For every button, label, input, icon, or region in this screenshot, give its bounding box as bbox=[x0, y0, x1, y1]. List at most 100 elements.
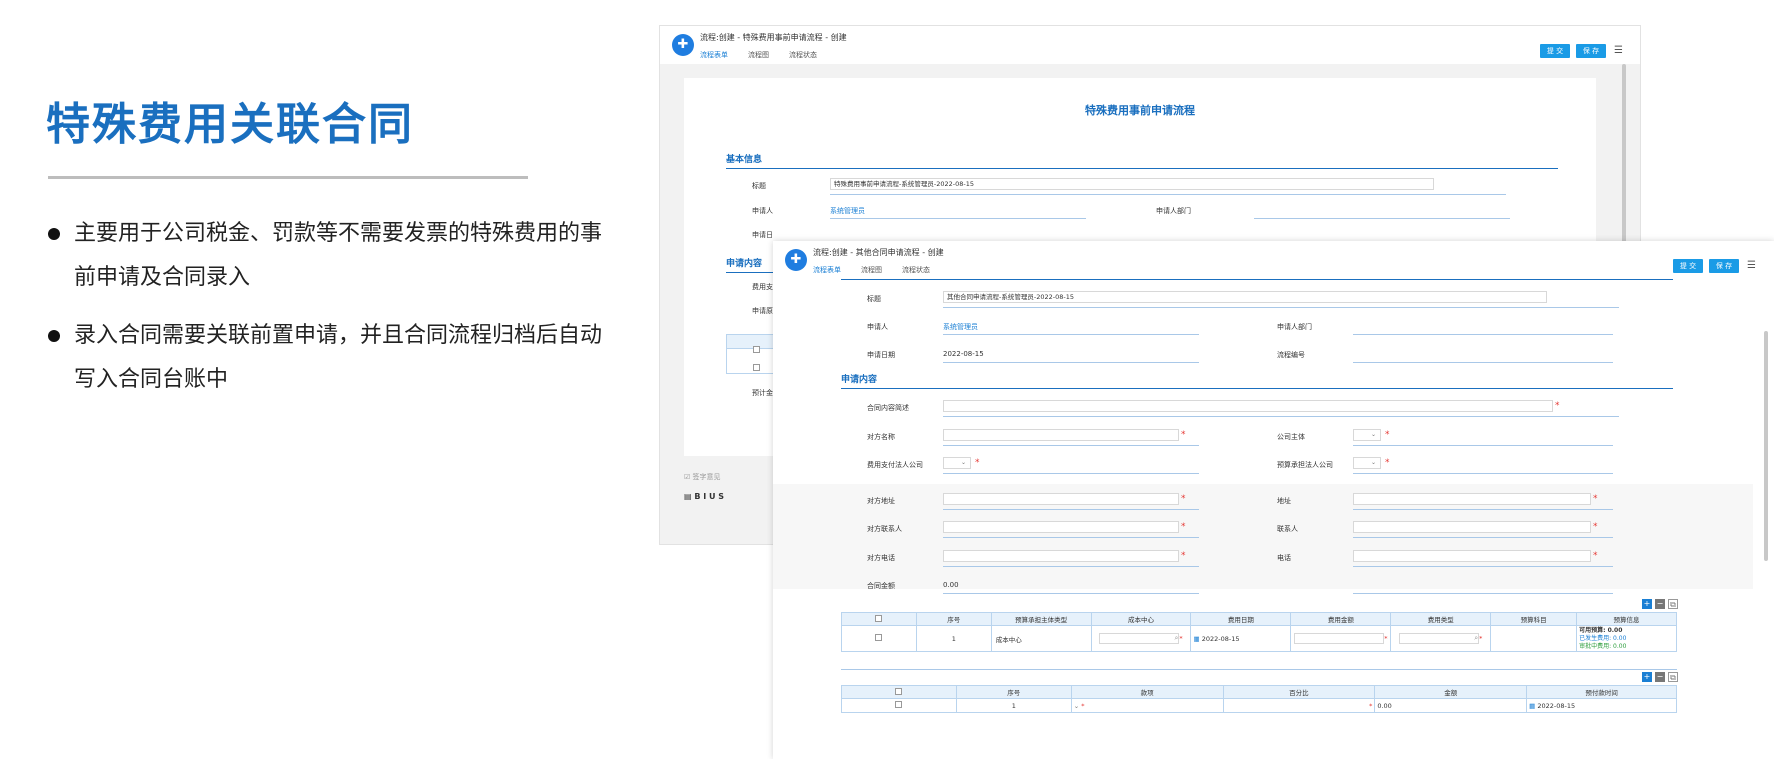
submit-button[interactable]: 提 交 bbox=[1540, 44, 1570, 58]
copy-row-icon[interactable]: ⧉ bbox=[1668, 672, 1678, 682]
select-all-header[interactable] bbox=[841, 685, 957, 699]
label-contract-amount: 合同金额 bbox=[867, 582, 895, 590]
copy-row-icon[interactable]: ⧉ bbox=[1668, 599, 1678, 609]
tab-status[interactable]: 流程状态 bbox=[789, 50, 817, 65]
applicant-value[interactable]: 系统管理员 bbox=[943, 322, 978, 332]
label-date-partial: 申请日 bbox=[752, 231, 773, 239]
title-input[interactable]: 特殊费用事前申请流程-系统管理员-2022-08-15 bbox=[830, 178, 1434, 190]
search-icon[interactable]: ⌕ bbox=[1099, 633, 1180, 644]
budget-used[interactable]: 已发生费用: 0.00 bbox=[1579, 635, 1676, 643]
fee-amount-cell[interactable]: * bbox=[1290, 625, 1392, 652]
underline bbox=[943, 334, 1199, 335]
underline bbox=[943, 593, 1199, 594]
budget-type-cell: 成本中心 bbox=[990, 625, 1092, 652]
search-icon[interactable]: ⌕ bbox=[1399, 633, 1480, 644]
row-checkbox[interactable] bbox=[895, 701, 903, 708]
required-mark: * bbox=[1593, 494, 1598, 504]
fee-amount-input[interactable] bbox=[1294, 633, 1385, 644]
row-select-cell[interactable] bbox=[841, 698, 957, 713]
applicant-value[interactable]: 系统管理员 bbox=[830, 206, 865, 216]
delete-row-icon[interactable]: − bbox=[1655, 672, 1665, 682]
pay-company-select[interactable]: ⌄ bbox=[943, 457, 971, 469]
label-phone: 电话 bbox=[1277, 554, 1291, 562]
delete-row-icon[interactable]: − bbox=[1655, 599, 1665, 609]
label-party-address: 对方地址 bbox=[867, 497, 895, 505]
party-address-input[interactable] bbox=[943, 493, 1179, 505]
tab-flowchart[interactable]: 流程图 bbox=[861, 265, 882, 280]
budget-pending[interactable]: 审批中费用: 0.00 bbox=[1579, 643, 1676, 651]
save-button[interactable]: 保 存 bbox=[1576, 44, 1606, 58]
divider bbox=[841, 669, 1677, 670]
label-address: 地址 bbox=[1277, 497, 1291, 505]
budget-company-select[interactable]: ⌄ bbox=[1353, 457, 1381, 469]
date-value: 2022-08-15 bbox=[943, 350, 984, 358]
fee-date-cell[interactable]: ▦ 2022-08-15 bbox=[1190, 625, 1292, 652]
column-header: 序号 bbox=[915, 612, 992, 626]
label-company: 公司主体 bbox=[1277, 433, 1305, 441]
app-logo-icon: ✚ bbox=[785, 249, 807, 271]
title-input[interactable]: 其他合同申请流程-系统管理员-2022-08-15 bbox=[943, 291, 1547, 303]
payment-item-cell[interactable]: ⌄ * bbox=[1070, 698, 1224, 713]
window-header: ✚ 流程:创建 - 其他合同申请流程 - 创建 流程表单 流程图 流程状态 提 … bbox=[773, 241, 1774, 280]
select-all-checkbox[interactable] bbox=[875, 614, 883, 622]
row-select-cell[interactable] bbox=[841, 625, 917, 652]
underline bbox=[1353, 593, 1613, 594]
budget-subject-cell[interactable] bbox=[1490, 625, 1578, 652]
phone-input[interactable] bbox=[1353, 550, 1591, 562]
required-mark: * bbox=[1385, 458, 1390, 468]
save-button[interactable]: 保 存 bbox=[1709, 259, 1739, 273]
calendar-icon[interactable]: ▦ bbox=[1529, 702, 1535, 710]
window-tabs: 流程表单 流程图 流程状态 bbox=[700, 50, 837, 65]
select-all-checkbox[interactable] bbox=[895, 687, 903, 695]
add-row-icon[interactable]: + bbox=[1642, 672, 1652, 682]
cost-center-cell[interactable]: ⌕* bbox=[1090, 625, 1192, 652]
calendar-icon[interactable]: ▦ bbox=[1193, 635, 1199, 643]
party-phone-input[interactable] bbox=[943, 550, 1179, 562]
amount-cell[interactable]: 0.00 bbox=[1374, 698, 1528, 713]
tab-form[interactable]: 流程表单 bbox=[700, 50, 728, 65]
bullet-list: 主要用于公司税金、罚款等不需要发票的特殊费用的事前申请及合同录入 录入合同需要关… bbox=[46, 212, 606, 416]
add-row-icon[interactable]: + bbox=[1642, 599, 1652, 609]
prepay-date-cell[interactable]: ▦ 2022-08-15 bbox=[1526, 698, 1677, 713]
party-contact-input[interactable] bbox=[943, 521, 1179, 533]
underline bbox=[1353, 473, 1613, 474]
list-menu-icon[interactable]: ☰ bbox=[1747, 259, 1756, 273]
other-contract-window: ✚ 流程:创建 - 其他合同申请流程 - 创建 流程表单 流程图 流程状态 提 … bbox=[773, 241, 1774, 759]
prepay-date-value: 2022-08-15 bbox=[1537, 701, 1576, 710]
required-mark: * bbox=[975, 458, 980, 468]
column-header: 预算信息 bbox=[1576, 612, 1677, 626]
submit-button[interactable]: 提 交 bbox=[1673, 259, 1703, 273]
label-dept: 申请人部门 bbox=[1156, 207, 1191, 215]
select-all-header[interactable] bbox=[841, 612, 917, 626]
fee-type-cell[interactable]: ⌕* bbox=[1390, 625, 1492, 652]
list-menu-icon[interactable]: ☰ bbox=[1614, 44, 1623, 58]
chevron-down-icon[interactable]: ⌄ bbox=[1074, 702, 1079, 710]
required-mark: * bbox=[1384, 634, 1388, 643]
party-name-input[interactable] bbox=[943, 429, 1179, 441]
label-title: 标题 bbox=[752, 182, 766, 190]
editor-toolbar[interactable]: ▤ B I U S bbox=[684, 492, 724, 501]
required-mark: * bbox=[1181, 522, 1186, 532]
underline bbox=[1353, 334, 1613, 335]
tab-flowchart[interactable]: 流程图 bbox=[748, 50, 769, 65]
contract-desc-input[interactable] bbox=[943, 400, 1553, 412]
contact-input[interactable] bbox=[1353, 521, 1591, 533]
percentage-cell[interactable]: * bbox=[1222, 698, 1376, 713]
row-checkbox[interactable] bbox=[875, 634, 883, 641]
required-mark: * bbox=[1179, 634, 1183, 643]
underline bbox=[943, 416, 1619, 417]
label-budget-partial: 预计金 bbox=[752, 389, 773, 397]
underline bbox=[943, 537, 1199, 538]
company-select[interactable]: ⌄ bbox=[1353, 429, 1381, 441]
section-content: 申请内容 bbox=[841, 372, 1673, 389]
scrollbar[interactable] bbox=[1764, 331, 1768, 561]
required-mark: * bbox=[1181, 430, 1186, 440]
table-header-row: 序号 款项 百分比 金额 预付款时间 bbox=[841, 685, 1677, 699]
column-header: 费用类型 bbox=[1390, 612, 1492, 626]
row-checkbox[interactable] bbox=[753, 364, 760, 371]
tab-form[interactable]: 流程表单 bbox=[813, 265, 841, 280]
address-input[interactable] bbox=[1353, 493, 1591, 505]
tab-status[interactable]: 流程状态 bbox=[902, 265, 930, 280]
select-all-checkbox[interactable] bbox=[753, 346, 760, 353]
underline bbox=[1353, 537, 1613, 538]
